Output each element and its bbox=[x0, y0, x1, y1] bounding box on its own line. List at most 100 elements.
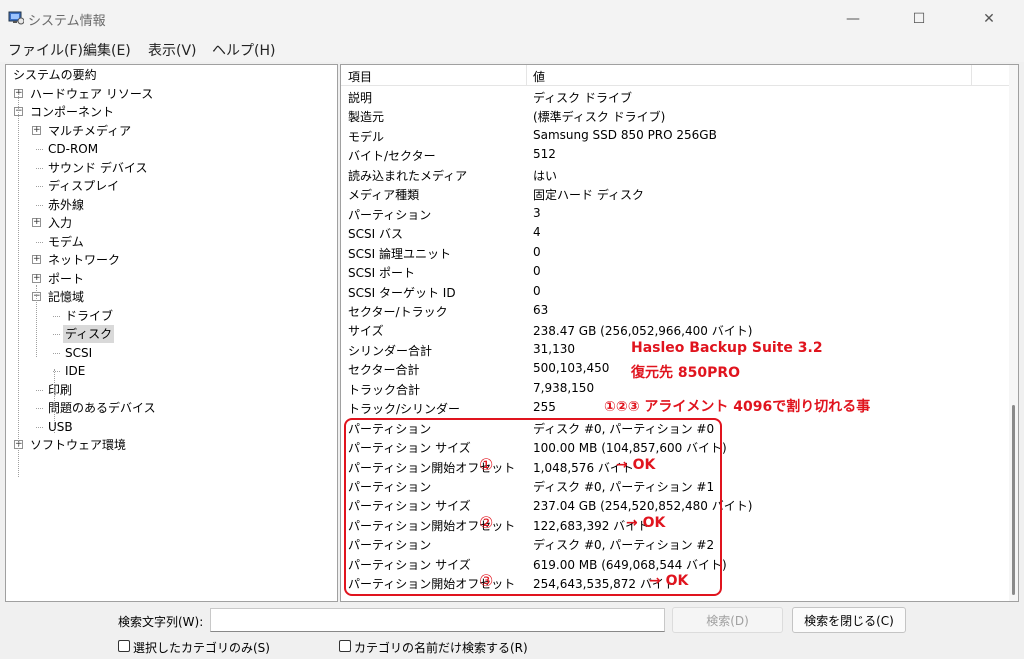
category-name-label: カテゴリの名前だけ検索する(R) bbox=[354, 641, 528, 655]
menu-help[interactable]: ヘルプ(H) bbox=[212, 40, 275, 60]
table-row[interactable]: メディア種類 固定ハード ディスク bbox=[341, 184, 1018, 204]
table-row[interactable]: 製造元 (標準ディスク ドライブ) bbox=[341, 106, 1018, 126]
tree-item[interactable]: サウンド デバイス bbox=[46, 159, 149, 177]
menu-file[interactable]: ファイル(F) bbox=[8, 40, 83, 60]
table-row[interactable]: バイト/セクター 512 bbox=[341, 145, 1018, 165]
table-row[interactable]: パーティション 3 bbox=[341, 204, 1018, 224]
find-button[interactable]: 検索(D) bbox=[672, 607, 783, 633]
item-cell: SCSI ポート bbox=[348, 266, 415, 281]
item-cell: セクター合計 bbox=[348, 363, 420, 378]
tree-item[interactable]: CD-ROM bbox=[46, 140, 100, 158]
value-cell: (標準ディスク ドライブ) bbox=[533, 110, 666, 125]
maximize-button[interactable]: ☐ bbox=[886, 0, 952, 37]
system-info-icon bbox=[8, 11, 24, 25]
tree-connector bbox=[36, 426, 43, 428]
item-cell: パーティション bbox=[348, 207, 432, 222]
close-search-button[interactable]: 検索を閉じる(C) bbox=[792, 607, 906, 633]
value-cell: 0 bbox=[533, 264, 541, 279]
tree-connector bbox=[36, 204, 43, 206]
item-cell: SCSI バス bbox=[348, 227, 403, 242]
tree-connector bbox=[36, 167, 43, 169]
tree-item[interactable]: SCSI bbox=[63, 344, 94, 362]
table-row[interactable]: セクター/トラック 63 bbox=[341, 301, 1018, 321]
column-header-item[interactable]: 項目 bbox=[348, 68, 372, 85]
value-cell: 255 bbox=[533, 400, 556, 415]
table-row[interactable]: SCSI ターゲット ID 0 bbox=[341, 282, 1018, 302]
category-name-checkbox[interactable] bbox=[339, 640, 351, 652]
value-cell: 0 bbox=[533, 283, 541, 298]
tree-guide-line bbox=[18, 93, 19, 477]
item-cell: SCSI 論理ユニット bbox=[348, 246, 451, 261]
tree-item[interactable]: ディスプレイ bbox=[46, 177, 121, 195]
tree-guide-line bbox=[54, 369, 55, 433]
list-header: 項目 値 bbox=[341, 65, 1018, 86]
expand-icon[interactable]: + bbox=[32, 218, 41, 227]
tree-connector bbox=[53, 334, 60, 335]
search-label: 検索文字列(W): bbox=[118, 615, 204, 629]
value-cell: 0 bbox=[533, 244, 541, 259]
tree-item[interactable]: 印刷 bbox=[46, 381, 74, 399]
table-row[interactable]: SCSI ポート 0 bbox=[341, 262, 1018, 282]
tree-connector bbox=[36, 186, 43, 187]
value-cell: 63 bbox=[533, 302, 549, 317]
menu-view[interactable]: 表示(V) bbox=[148, 40, 197, 60]
tree-item[interactable]: ポート bbox=[46, 270, 86, 288]
value-cell: 固定ハード ディスク bbox=[533, 188, 644, 203]
expand-icon[interactable]: + bbox=[32, 273, 41, 283]
table-row[interactable]: モデル Samsung SSD 850 PRO 256GB bbox=[341, 126, 1018, 146]
annotation-target: 復元先 850PRO bbox=[631, 365, 741, 381]
tree-item[interactable]: IDE bbox=[63, 362, 87, 380]
value-cell: Samsung SSD 850 PRO 256GB bbox=[533, 127, 717, 142]
tree-connector bbox=[36, 241, 43, 243]
category-tree[interactable]: システムの要約 ハードウェア リソース + コンポーネント − マルチメディア + CD-RO… bbox=[5, 64, 338, 602]
search-panel: 検索文字列(W): 検索(D) 検索を閉じる(C) 選択したカテゴリのみ(S) … bbox=[0, 604, 1024, 659]
expand-icon[interactable]: + bbox=[32, 125, 41, 135]
tree-connector bbox=[36, 149, 43, 150]
column-divider[interactable] bbox=[971, 65, 972, 86]
tree-item[interactable]: 赤外線 bbox=[46, 196, 86, 214]
tree-item[interactable]: 記憶域 bbox=[46, 288, 86, 306]
tree-item[interactable]: コンポーネント bbox=[28, 103, 116, 121]
value-cell: 4 bbox=[533, 225, 541, 240]
table-row[interactable]: SCSI バス 4 bbox=[341, 223, 1018, 243]
item-cell: SCSI ターゲット ID bbox=[348, 285, 456, 300]
item-cell: モデル bbox=[348, 129, 385, 144]
table-row[interactable]: SCSI 論理ユニット 0 bbox=[341, 243, 1018, 263]
tree-item[interactable]: USB bbox=[46, 418, 75, 436]
item-cell: シリンダー合計 bbox=[348, 343, 433, 358]
column-divider[interactable] bbox=[526, 65, 527, 86]
table-row[interactable]: サイズ 238.47 GB (256,052,966,400 バイト) bbox=[341, 320, 1018, 340]
tree-item[interactable]: 入力 bbox=[46, 214, 74, 232]
expand-icon[interactable]: + bbox=[32, 255, 41, 264]
tree-item[interactable]: システムの要約 bbox=[11, 66, 99, 84]
tree-connector bbox=[53, 352, 60, 354]
value-cell: はい bbox=[533, 168, 558, 183]
table-row[interactable]: 説明 ディスク ドライブ bbox=[341, 87, 1018, 107]
tree-guide-line bbox=[36, 285, 37, 357]
item-cell: 製造元 bbox=[348, 110, 385, 125]
column-header-value[interactable]: 値 bbox=[533, 68, 545, 85]
value-cell: 3 bbox=[533, 205, 541, 220]
table-row[interactable]: 読み込まれたメディア はい bbox=[341, 165, 1018, 185]
item-cell: トラック合計 bbox=[348, 382, 421, 397]
value-cell: 512 bbox=[533, 147, 556, 162]
value-cell: 7,938,150 bbox=[533, 380, 595, 395]
menu-edit[interactable]: 編集(E) bbox=[83, 40, 131, 60]
tree-item[interactable]: モデム bbox=[46, 233, 86, 251]
item-cell: 説明 bbox=[348, 91, 373, 105]
minimize-button[interactable]: — bbox=[820, 0, 886, 37]
value-cell: 31,130 bbox=[533, 341, 575, 356]
tree-item[interactable]: ディスク bbox=[63, 325, 115, 343]
tree-item[interactable]: ソフトウェア環境 bbox=[28, 436, 128, 454]
value-cell: 500,103,450 bbox=[533, 361, 610, 376]
search-input[interactable] bbox=[210, 608, 665, 632]
tree-item[interactable]: マルチメディア bbox=[46, 122, 133, 140]
item-cell: 読み込まれたメディア bbox=[348, 168, 468, 183]
tree-item[interactable]: 問題のあるデバイス bbox=[46, 399, 158, 417]
tree-item[interactable]: ネットワーク bbox=[46, 251, 122, 269]
annotation-alignment: ①②③ アライメント 4096で割り切れる事 bbox=[604, 399, 871, 415]
tree-item[interactable]: ドライブ bbox=[63, 307, 115, 325]
selected-category-checkbox[interactable] bbox=[118, 640, 130, 652]
tree-item[interactable]: ハードウェア リソース bbox=[28, 85, 155, 103]
close-button[interactable]: ✕ bbox=[956, 0, 1022, 37]
